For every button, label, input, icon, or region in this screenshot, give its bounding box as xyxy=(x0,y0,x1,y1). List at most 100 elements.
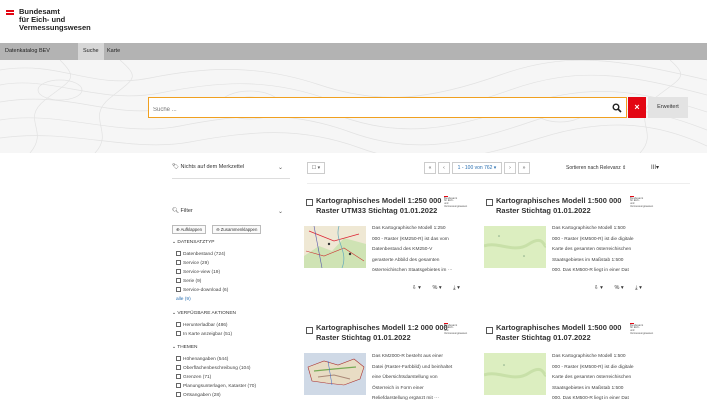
checkbox[interactable] xyxy=(176,365,181,370)
divider xyxy=(307,183,690,184)
divider xyxy=(172,178,290,179)
download-icon[interactable]: ⇩ ▾ xyxy=(594,285,603,291)
sort-label: Sortieren nach Relevanz xyxy=(566,165,621,171)
card-thumbnail-map[interactable] xyxy=(484,226,546,268)
expand-label: Aufklappen xyxy=(180,227,203,232)
last-page-button[interactable]: » xyxy=(518,162,530,174)
card-thumbnail-map[interactable] xyxy=(484,353,546,395)
next-page-button[interactable]: › xyxy=(504,162,516,174)
card-thumbnail-map[interactable] xyxy=(304,226,366,268)
facet-title: THEMEN xyxy=(177,345,198,350)
facet-item[interactable]: Höhenangaben (544) xyxy=(176,356,228,363)
card-actions: ⇩ ▾ % ▾ ⤓ ▾ xyxy=(594,285,652,292)
checkbox[interactable] xyxy=(176,269,181,274)
card-checkbox[interactable] xyxy=(306,199,313,206)
facet-label: Service-download (6) xyxy=(183,288,229,293)
facet-label: Oberflächenbeschreibung (104) xyxy=(183,366,251,371)
facet-item[interactable]: In Karte anzeigbar (51) xyxy=(176,331,232,338)
facet-label: In Karte anzeigbar (51) xyxy=(183,332,233,337)
card-thumbnail-map[interactable] xyxy=(304,353,366,395)
facet-label: Service (29) xyxy=(183,261,209,266)
download-icon[interactable]: ⇩ ▾ xyxy=(412,285,421,291)
facet-item[interactable]: Service (29) xyxy=(176,260,209,267)
facet-item[interactable]: Planungsunterlagen, Kataster (70) xyxy=(176,383,256,390)
grid-view-icon[interactable]: III▾ xyxy=(648,162,662,174)
link-icon[interactable]: % ▾ xyxy=(432,285,441,291)
facet-group-themen[interactable]: ⌄ THEMEN xyxy=(172,345,198,350)
card-title[interactable]: Kartographisches Modell 1:250 000 Raster… xyxy=(316,196,451,216)
nav-item-datenkatalog[interactable]: Datenkatalog BEV xyxy=(0,43,55,60)
collapse-all-button[interactable]: ⊖ Zusammenklappen xyxy=(212,225,262,234)
search-icon[interactable] xyxy=(612,103,622,113)
facet-label: Grenzen (71) xyxy=(183,375,212,380)
facet-label: Datenbestand (724) xyxy=(183,252,226,257)
expand-all-button[interactable]: ⊕ Aufklappen xyxy=(172,225,207,234)
merkzettel-dropdown[interactable]: 🏷 Nichts auf dem Merkzettel xyxy=(172,164,244,170)
facet-item[interactable]: Datenbestand (724) xyxy=(176,251,225,258)
facet-title: DATENSATZTYP xyxy=(177,240,215,245)
facet-item[interactable]: Oberflächenbeschreibung (104) xyxy=(176,365,250,372)
facet-label: Ortsangaben (28) xyxy=(183,393,221,398)
facet-label: Planungsunterlagen, Kataster (70) xyxy=(183,384,257,389)
checkbox[interactable] xyxy=(176,278,181,283)
facet-label: Herunterladbar (486) xyxy=(183,323,228,328)
facet-item[interactable]: Serie (9) xyxy=(176,278,201,285)
agency-name[interactable]: Bundesamt für Eich- und Vermessungswesen xyxy=(19,8,91,32)
checkbox[interactable] xyxy=(176,356,181,361)
filter-heading[interactable]: 🔍︎ Filter xyxy=(172,208,193,214)
facet-item[interactable]: Grenzen (71) xyxy=(176,374,211,381)
card-description: Das Kartographische Modell 1:500 000 - R… xyxy=(552,354,634,401)
facet-title: VERFÜGBARE AKTIONEN xyxy=(177,311,236,316)
card-description: Das KM2000-R besteht aus einer Datei (Ra… xyxy=(372,354,453,401)
site-header: Bundesamt für Eich- und Vermessungswesen xyxy=(0,0,707,42)
checkbox[interactable] xyxy=(176,374,181,379)
facet-item[interactable]: Ortsangaben (28) xyxy=(176,392,221,399)
nav-item-karte[interactable]: Karte xyxy=(102,43,125,60)
merkzettel-label: Nichts auf dem Merkzettel xyxy=(180,164,245,170)
bev-mini-logo: Bundesamt für Eich- und Vermessungswesen xyxy=(630,323,654,335)
checkbox[interactable] xyxy=(176,331,181,336)
collapse-label: Zusammenklappen xyxy=(220,227,258,232)
facet-group-aktionen[interactable]: ⌄ VERFÜGBARE AKTIONEN xyxy=(172,311,236,316)
card-title[interactable]: Kartographisches Modell 1:500 000 Raster… xyxy=(496,323,631,343)
export-icon[interactable]: ⤓ ▾ xyxy=(635,285,642,291)
facet-item[interactable]: Herunterladbar (486) xyxy=(176,322,228,329)
card-actions: ⇩ ▾ % ▾ ⤓ ▾ xyxy=(412,285,470,292)
card-checkbox[interactable] xyxy=(486,199,493,206)
search-input[interactable] xyxy=(149,100,589,120)
facet-label: Service-view (19) xyxy=(183,270,221,275)
link-icon[interactable]: % ▾ xyxy=(614,285,623,291)
card-title[interactable]: Kartographisches Modell 1:2 000 000 Rast… xyxy=(316,323,451,343)
checkbox[interactable] xyxy=(176,383,181,388)
card-description: Das Kartographische Modell 1:500 000 - R… xyxy=(552,226,634,273)
clear-search-button[interactable]: × xyxy=(628,97,646,118)
card-title[interactable]: Kartographisches Modell 1:500 000 Raster… xyxy=(496,196,631,216)
show-all-link[interactable]: alle (9) xyxy=(176,297,191,302)
checkbox[interactable] xyxy=(176,260,181,265)
sort-dropdown[interactable]: Sortieren nach Relevanz ⇕ xyxy=(566,162,642,174)
filter-label: Filter xyxy=(180,208,193,214)
select-all-dropdown[interactable]: ☐ ▾ xyxy=(307,162,325,174)
chevron-down-icon[interactable]: ⌄ xyxy=(278,208,283,215)
chevron-down-icon[interactable]: ⌄ xyxy=(278,164,283,171)
first-page-button[interactable]: « xyxy=(424,162,436,174)
facet-item[interactable]: Service-view (19) xyxy=(176,269,220,276)
checkbox[interactable] xyxy=(176,322,181,327)
bookmark-icon: 🏷 xyxy=(172,164,179,170)
prev-page-button[interactable]: ‹ xyxy=(438,162,450,174)
bev-logo-icon[interactable] xyxy=(6,10,14,16)
advanced-search-button[interactable]: Erweitert xyxy=(648,97,688,118)
card-checkbox[interactable] xyxy=(486,327,493,334)
nav-item-suche[interactable]: Suche xyxy=(78,43,104,60)
facet-label: Höhenangaben (544) xyxy=(183,357,229,362)
facet-group-datensatztyp[interactable]: ⌄ DATENSATZTYP xyxy=(172,240,215,245)
map-thumbnail xyxy=(484,226,546,268)
map-thumbnail xyxy=(304,353,366,395)
page-range-dropdown[interactable]: 1 - 100 von 762 ▾ xyxy=(452,162,502,174)
checkbox[interactable] xyxy=(176,392,181,397)
checkbox[interactable] xyxy=(176,287,181,292)
export-icon[interactable]: ⤓ ▾ xyxy=(453,285,460,291)
card-checkbox[interactable] xyxy=(306,327,313,334)
facet-item[interactable]: Service-download (6) xyxy=(176,287,228,294)
checkbox[interactable] xyxy=(176,251,181,256)
